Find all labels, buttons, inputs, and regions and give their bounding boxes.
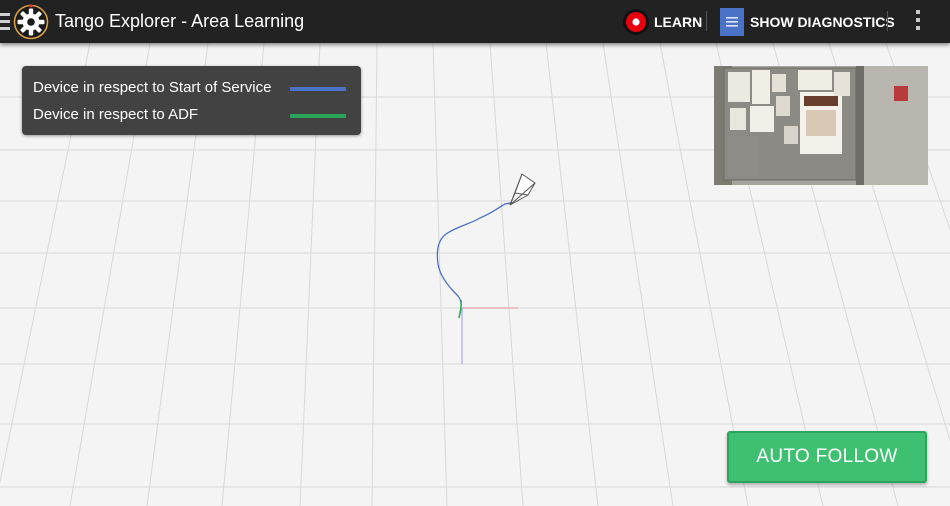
gear-icon (13, 4, 49, 40)
legend-item: Device in respect to ADF (33, 106, 355, 126)
app-bar: Tango Explorer - Area Learning LEARN SHO… (0, 0, 950, 43)
legend-label: Device in respect to ADF (33, 106, 199, 123)
trajectory-legend: Device in respect to Start of Service De… (22, 66, 361, 135)
toolbar-divider (706, 11, 707, 31)
legend-swatch-green (290, 114, 346, 118)
auto-follow-button[interactable]: AUTO FOLLOW (727, 431, 927, 483)
camera-preview (714, 66, 928, 185)
legend-swatch-blue (290, 87, 346, 91)
app-title: Tango Explorer - Area Learning (55, 11, 305, 31)
document-icon (720, 8, 744, 36)
legend-item: Device in respect to Start of Service (33, 79, 355, 99)
legend-label: Device in respect to Start of Service (33, 79, 272, 96)
show-diagnostics-button[interactable]: SHOW DIAGNOSTICS (720, 7, 895, 37)
learn-label: LEARN (654, 13, 703, 30)
overflow-menu-icon[interactable] (913, 10, 923, 34)
record-icon (623, 8, 649, 35)
learn-button[interactable]: LEARN (622, 6, 702, 37)
menu-icon[interactable] (0, 13, 10, 30)
toolbar-divider (887, 11, 888, 31)
diagnostics-label: SHOW DIAGNOSTICS (750, 14, 895, 30)
